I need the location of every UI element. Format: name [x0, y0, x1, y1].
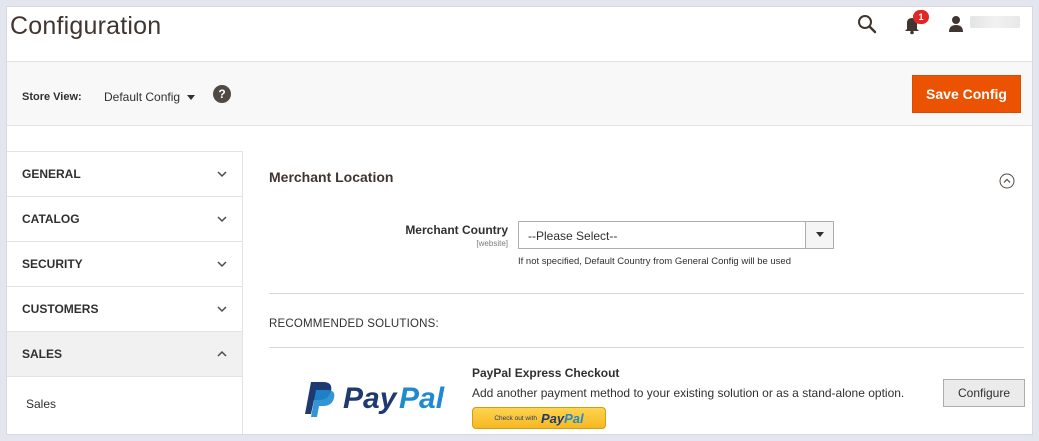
sidebar-subitem-sales[interactable]: Sales: [7, 377, 242, 434]
divider: [269, 293, 1024, 294]
help-icon[interactable]: ?: [213, 85, 231, 103]
sidebar-item-label: CATALOG: [22, 212, 80, 226]
paypal-express-description: Add another payment method to your exist…: [472, 386, 905, 400]
store-view-switcher[interactable]: Default Config: [104, 90, 196, 104]
paypal-checkout-button[interactable]: Check out with PayPal: [472, 407, 606, 429]
sidebar-item-customers[interactable]: CUSTOMERS: [7, 287, 242, 332]
checkout-paypal-brand: PayPal: [540, 410, 584, 426]
chevron-down-icon: [217, 216, 227, 223]
sidebar-item-label: GENERAL: [22, 167, 81, 181]
section-title[interactable]: Merchant Location: [269, 169, 393, 185]
page-header: Configuration 1: [7, 7, 1032, 61]
paypal-logo: Pay Pal: [301, 376, 461, 420]
main-content: Merchant Location Merchant Country [webs…: [269, 151, 1025, 434]
chevron-down-icon: [217, 306, 227, 313]
field-label: Merchant Country: [405, 223, 508, 237]
store-view-value: Default Config: [104, 90, 181, 104]
notification-count-badge: 1: [913, 10, 929, 24]
store-view-bar: Store View: Default Config ? Save Config: [7, 61, 1032, 126]
sidebar-item-label: CUSTOMERS: [22, 302, 99, 316]
sidebar-item-catalog[interactable]: CATALOG: [7, 197, 242, 242]
chevron-down-icon: [217, 171, 227, 178]
recommended-solutions-title: RECOMMENDED SOLUTIONS:: [269, 318, 439, 330]
save-config-button[interactable]: Save Config: [912, 75, 1021, 113]
store-view-label: Store View:: [22, 91, 82, 103]
sidebar-item-label: SECURITY: [22, 257, 83, 271]
sidebar-item-general[interactable]: GENERAL: [7, 152, 242, 197]
divider: [269, 347, 1024, 348]
merchant-country-label: Merchant Country [website]: [405, 223, 508, 248]
page-title: Configuration: [10, 12, 162, 40]
select-toggle[interactable]: [805, 222, 833, 248]
field-note: If not specified, Default Country from G…: [518, 256, 791, 267]
sidebar-item-security[interactable]: SECURITY: [7, 242, 242, 287]
paypal-logo-pal: Pal: [399, 382, 445, 415]
user-account-icon[interactable]: [947, 13, 969, 35]
chevron-up-icon: [217, 350, 227, 357]
collapse-section-icon[interactable]: [999, 173, 1015, 189]
sidebar-item-label: SALES: [22, 347, 63, 361]
sidebar-item-sales[interactable]: SALES: [7, 332, 242, 377]
caret-down-icon: [816, 232, 824, 237]
caret-down-icon: [187, 94, 196, 100]
config-sidebar: GENERAL CATALOG SECURITY CUSTOMERS SALES…: [7, 151, 243, 434]
paypal-express-title: PayPal Express Checkout: [472, 366, 620, 380]
field-scope: [website]: [476, 239, 508, 248]
config-page: Configuration 1 Store View: Default Conf…: [6, 6, 1033, 435]
checkout-small-text: Check out with: [494, 414, 537, 422]
paypal-logo-pay: Pay: [343, 382, 398, 415]
select-value: --Please Select--: [528, 229, 618, 243]
configure-button[interactable]: Configure: [943, 379, 1025, 407]
merchant-country-select[interactable]: --Please Select--: [518, 221, 834, 249]
chevron-down-icon: [217, 261, 227, 268]
search-icon[interactable]: [856, 13, 878, 35]
user-name-redacted[interactable]: [970, 16, 1020, 28]
